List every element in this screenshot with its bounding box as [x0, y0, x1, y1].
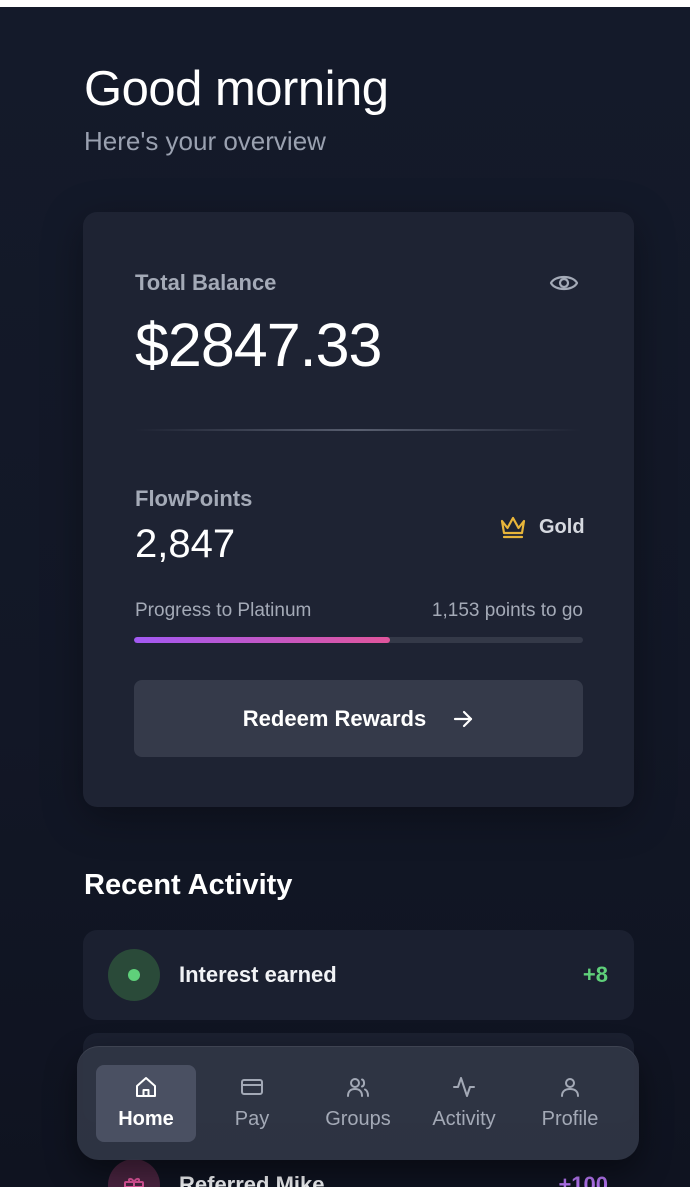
nav-activity[interactable]: Activity: [414, 1065, 514, 1142]
greeting-title: Good morning: [84, 62, 389, 116]
card-divider: [135, 429, 581, 431]
pulse-icon: [453, 1077, 475, 1097]
nav-pay-label: Pay: [234, 1108, 270, 1130]
activity-title: Interest earned: [179, 962, 337, 987]
crown-icon: [500, 516, 526, 539]
progress-fill: [134, 637, 390, 643]
activity-icon: [108, 949, 160, 1001]
nav-home-label: Home: [118, 1108, 174, 1130]
home-icon: [136, 1077, 156, 1097]
app-screen: Good morning Here's your overview Total …: [0, 7, 690, 1187]
balance-card: Total Balance $2847.33 FlowPoints 2,847 …: [83, 212, 634, 807]
progress-remaining: 1,153 points to go: [431, 600, 583, 621]
user-icon: [561, 1078, 579, 1097]
activity-title: Referred Mike: [179, 1172, 325, 1187]
nav-activity-label: Activity: [432, 1108, 496, 1130]
flowpoints-value: 2,847: [135, 522, 236, 566]
nav-home[interactable]: Home: [96, 1065, 196, 1142]
nav-pay[interactable]: Pay: [202, 1065, 302, 1142]
eye-icon[interactable]: [549, 270, 579, 296]
tier-badge: Gold: [499, 512, 585, 542]
nav-groups[interactable]: Groups: [308, 1065, 408, 1142]
greeting-subtitle: Here's your overview: [84, 126, 326, 156]
nav-groups-label: Groups: [325, 1108, 391, 1130]
progress-bar: [134, 637, 583, 643]
progress-label: Progress to Platinum: [135, 600, 312, 621]
dot-icon: [128, 969, 140, 981]
redeem-rewards-button[interactable]: Redeem Rewards: [134, 680, 583, 757]
nav-profile[interactable]: Profile: [520, 1065, 620, 1142]
gift-icon: [124, 1178, 144, 1187]
card-icon: [241, 1079, 263, 1095]
recent-activity-title: Recent Activity: [84, 869, 293, 901]
activity-icon: [108, 1159, 160, 1187]
redeem-label: Redeem Rewards: [242, 705, 427, 731]
tier-label: Gold: [539, 515, 585, 538]
top-edge: [0, 0, 690, 7]
users-icon: [347, 1078, 369, 1097]
bottom-nav: Home Pay Groups Activity Profile: [77, 1046, 639, 1160]
flowpoints-label: FlowPoints: [135, 486, 253, 511]
balance-amount: $2847.33: [135, 311, 382, 379]
arrow-right-icon: [454, 710, 473, 727]
activity-points: +8: [582, 962, 608, 987]
activity-item[interactable]: Interest earned +8: [83, 930, 634, 1020]
balance-label: Total Balance: [135, 270, 277, 295]
nav-profile-label: Profile: [541, 1108, 599, 1130]
activity-points: +100: [558, 1172, 608, 1187]
